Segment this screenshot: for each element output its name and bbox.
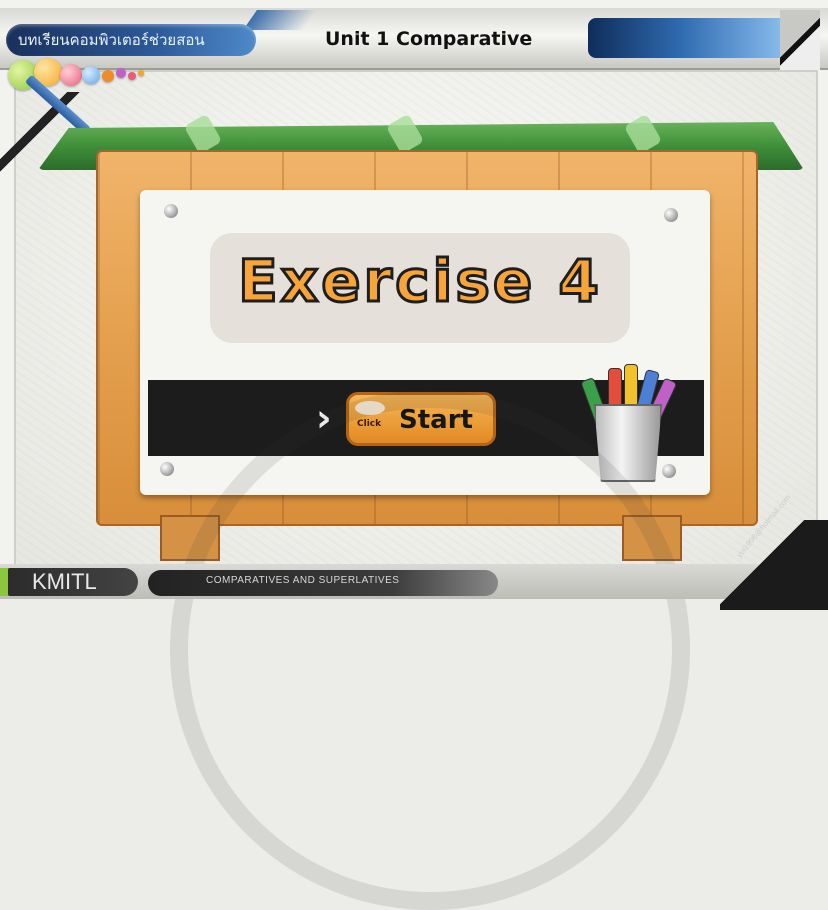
pin-icon [164,204,178,218]
exercise-title: Exercise 4 [237,246,602,317]
board-leg [622,515,682,561]
board-leg [160,515,220,561]
kmitl-logo: KMITL [8,568,138,596]
pin-icon [160,462,174,476]
start-button[interactable]: Click Start [346,392,496,446]
unit-title: Unit 1 Comparative [325,28,533,50]
header-corner-stripe [780,10,820,70]
pin-icon [662,464,676,478]
footer-subtitle: COMPARATIVES AND SUPERLATIVES [206,575,400,586]
pin-icon [664,208,678,222]
lesson-type-label: บทเรียนคอมพิวเตอร์ช่วยสอน [6,24,256,56]
chevron-right-icon: › [316,396,332,440]
button-shine [355,401,385,415]
click-tag: Click [357,419,382,429]
footer-corner [720,520,828,610]
start-button-label: Start [399,405,473,435]
